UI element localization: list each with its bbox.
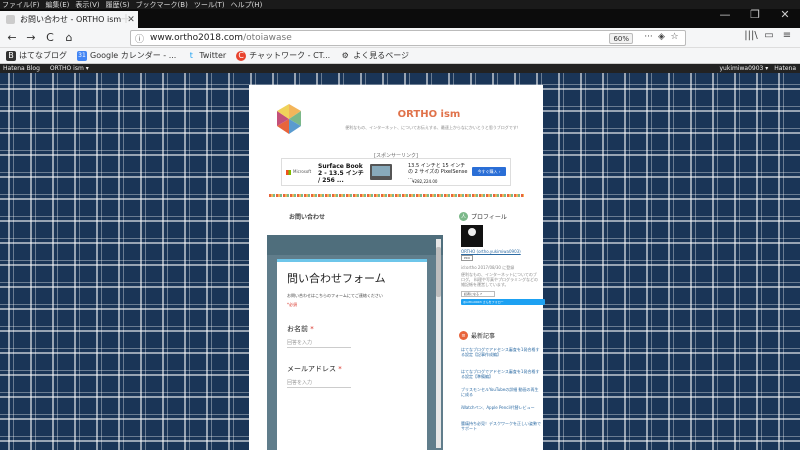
blog-page: ORTHO ism 便利なもの、インターネット、についてお伝えする、最速上からな…	[249, 85, 545, 450]
form-title: 問い合わせフォーム	[287, 272, 386, 285]
bookmark-label: チャットワーク - CT...	[249, 51, 331, 60]
ad-product-name: Surface Book 2 - 13.5 インチ / 256 ...	[318, 163, 364, 184]
hatena-brand[interactable]: Hatena	[774, 65, 796, 72]
ad-brand: Microsoft	[286, 169, 311, 175]
list-icon: ≡	[459, 331, 468, 340]
profile-heading: 人 プロフィール	[459, 212, 507, 221]
pro-badge: PRO	[461, 255, 473, 261]
menu-bar: ファイル(F) 編集(E) 表示(V) 履歴(S) ブックマーク(B) ツール(…	[0, 0, 800, 9]
recent-heading-text: 最新記事	[471, 333, 496, 340]
blog-logo-icon[interactable]	[275, 104, 303, 134]
field-label-text: メールアドレス	[287, 365, 336, 373]
hatena-user-menu[interactable]: yukimiwa0903 ▾	[720, 65, 769, 72]
list-item[interactable]: はてなブログでアドセンス審査を1発合格する設定【準備編】	[461, 369, 541, 379]
blog-description: 便利なもの、インターネット、についてお伝えする、最速上からなにかいとうと思うブロ…	[345, 125, 521, 130]
url-actions: ··· ◈ ☆	[642, 32, 681, 42]
back-button[interactable]: ←	[4, 30, 20, 46]
bookmark-label: はてなブログ	[19, 51, 67, 60]
scrollbar-thumb[interactable]	[436, 247, 441, 297]
email-field-label: メールアドレス *	[287, 364, 342, 374]
required-asterisk: *	[338, 365, 342, 373]
list-item[interactable]: ブリスモンセルYouTubeの詳細 動画の再生に成る	[461, 387, 541, 397]
reload-button[interactable]: C	[42, 30, 58, 46]
hatena-bar-right: yukimiwa0903 ▾ Hatena	[714, 64, 797, 73]
zoom-level[interactable]: 60%	[609, 33, 633, 44]
bookmark-hatena[interactable]: B はてなブログ	[6, 50, 67, 61]
forward-button[interactable]: →	[23, 30, 39, 46]
close-window-button[interactable]: ✕	[770, 0, 800, 28]
minimize-button[interactable]: —	[710, 0, 740, 28]
twitter-icon: t	[189, 51, 193, 60]
list-item[interactable]: 腰痛持ち必見！デスクワークを正しい姿勢でサポート	[461, 421, 541, 431]
gear-icon: ⚙	[341, 51, 349, 60]
form-scrollbar[interactable]	[436, 239, 441, 448]
name-field-label: お名前 *	[287, 324, 314, 334]
bookmark-label: Twitter	[199, 51, 227, 60]
chatwork-icon: C	[236, 50, 247, 61]
name-input[interactable]: 回答を入力	[287, 338, 351, 348]
toolbar-right: |||\ ▭ ≡	[742, 30, 796, 41]
url-host: www.ortho2018.com	[150, 33, 244, 43]
page-title: お問い合わせ	[289, 214, 326, 221]
email-input[interactable]: 回答を入力	[287, 378, 351, 388]
bookmark-label: Google カレンダー - ...	[90, 51, 177, 60]
bookmark-chatwork[interactable]: C チャットワーク - CT...	[236, 50, 330, 61]
subscribe-button[interactable]: 読者になる 7	[461, 291, 495, 297]
form-card: 問い合わせフォーム お問い合わせはこちらのフォームにてご連絡ください *必須 お…	[277, 259, 427, 450]
url-path: /otoiawase	[243, 33, 292, 43]
embedded-form: 問い合わせフォーム お問い合わせはこちらのフォームにてご連絡ください *必須 お…	[267, 235, 443, 450]
avatar[interactable]	[461, 225, 483, 247]
advertisement[interactable]: Microsoft Surface Book 2 - 13.5 インチ / 25…	[281, 158, 511, 186]
form-header-band	[267, 235, 443, 255]
page-actions-icon[interactable]: ···	[642, 32, 655, 42]
field-label-text: お名前	[287, 325, 308, 333]
required-note: *必須	[287, 302, 297, 307]
home-button[interactable]: ⌂	[61, 30, 77, 46]
hatena-blog-menu[interactable]: ORTHO ism ▾	[50, 65, 89, 72]
bookmarks-bar: B はてなブログ 31 Google カレンダー - ... t Twitter Cチ…	[0, 48, 800, 64]
required-asterisk: *	[310, 325, 314, 333]
profile-user-link[interactable]: ORTHO (ortho.yukimiwa0903)	[461, 249, 521, 254]
bookmark-star-icon[interactable]: ☆	[668, 32, 681, 42]
library-icon[interactable]: |||\	[742, 30, 760, 41]
hamburger-menu-icon[interactable]: ≡	[778, 30, 796, 41]
url-bar[interactable]: ⓘ www.ortho2018.com /otoiawase 60% ··· ◈…	[130, 30, 686, 46]
profile-registered: id:ortho 2017/08/30 に登録	[461, 265, 515, 270]
bookmark-most-visited[interactable]: ⚙ よく見るページ	[340, 50, 409, 61]
new-tab-button[interactable]: +	[118, 12, 134, 27]
hatena-blog-icon: B	[6, 50, 16, 61]
recent-heading: ≡ 最新記事	[459, 331, 495, 340]
twitter-follow-button[interactable]: @ortho0903 さんをフォロー	[461, 299, 545, 305]
favicon-icon	[6, 15, 15, 24]
bookmark-google-calendar[interactable]: 31 Google カレンダー - ...	[77, 50, 176, 61]
list-item[interactable]: はてなブログでアドセンス審査を1発合格する設定【記事作成編】	[461, 347, 541, 357]
list-item[interactable]: iWatchペン、Apple Pencil代替レビュー	[461, 405, 541, 410]
sidebar-icon[interactable]: ▭	[760, 30, 778, 41]
pocket-icon[interactable]: ◈	[655, 32, 668, 42]
nav-bar: ← → C ⌂ ⓘ www.ortho2018.com /otoiawase 6…	[0, 28, 800, 48]
maximize-button[interactable]: ❐	[740, 0, 770, 28]
site-info-icon[interactable]: ⓘ	[135, 32, 144, 45]
bookmark-label: よく見るページ	[353, 51, 410, 60]
ad-price: ¥282,224.00	[412, 179, 438, 184]
person-icon: 人	[459, 212, 468, 221]
profile-heading-text: プロフィール	[471, 214, 507, 221]
profile-bio: 便利なもの、インターネットについてのブログ。 料理や写真やプログラミングなどの …	[461, 272, 538, 287]
tab-title: お問い合わせ - ORTHO ism	[20, 15, 122, 24]
bookmark-twitter[interactable]: t Twitter	[186, 51, 226, 61]
window-controls: — ❐ ✕	[710, 0, 800, 28]
hatena-blog-logo[interactable]: Hatena Blog	[3, 65, 40, 72]
calendar-icon: 31	[77, 50, 87, 61]
laptop-icon	[370, 164, 392, 180]
form-description: お問い合わせはこちらのフォームにてご連絡ください	[287, 293, 383, 298]
ad-buy-button[interactable]: 今すぐ購入 ›	[472, 167, 506, 176]
decorative-divider	[269, 194, 524, 197]
blog-title[interactable]: ORTHO ism	[339, 109, 519, 120]
hatena-bar: Hatena Blog ORTHO ism ▾ yukimiwa0903 ▾ H…	[0, 64, 800, 73]
tab-strip: お問い合わせ - ORTHO ism ✕ +	[0, 9, 800, 28]
